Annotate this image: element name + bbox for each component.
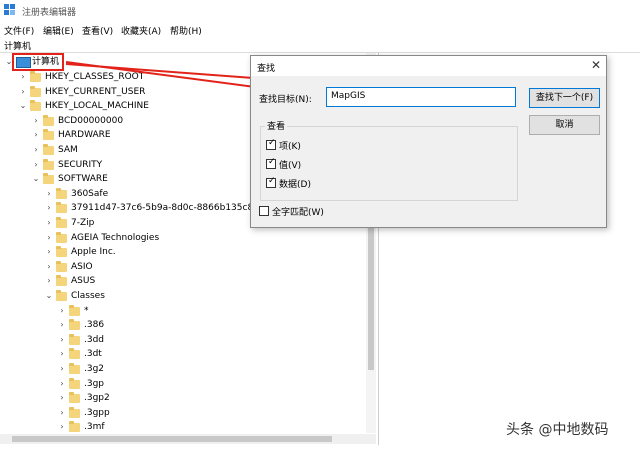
find-target-label: 查找目标(N): (259, 95, 312, 105)
keys-checkbox-label: 项(K) (279, 142, 301, 152)
find-next-button[interactable]: 查找下一个(F) (529, 88, 600, 108)
check-icon: ✓ (268, 176, 276, 186)
check-icon: ✓ (268, 138, 276, 148)
keys-checkbox[interactable]: ✓ (266, 138, 276, 150)
data-checkbox[interactable]: ✓ (266, 176, 276, 188)
watermark-text: 头条 @中地数码 (506, 422, 609, 438)
match-whole-checkbox[interactable] (259, 206, 269, 216)
cancel-button[interactable]: 取消 (529, 115, 600, 135)
find-dialog-title: 查找 (257, 64, 276, 74)
values-checkbox[interactable]: ✓ (266, 157, 276, 169)
find-target-input[interactable]: MapGIS (326, 87, 516, 107)
check-icon: ✓ (268, 157, 276, 167)
close-icon[interactable]: ✕ (591, 58, 601, 72)
values-checkbox-label: 值(V) (279, 161, 302, 171)
look-at-label: 查看 (265, 119, 288, 132)
find-dialog-titlebar (251, 56, 606, 76)
find-dialog: 查找 ✕ 查找目标(N): MapGIS 查找下一个(F) 取消 查看 ✓ 项(… (250, 55, 607, 228)
match-whole-label: 全字匹配(W) (272, 208, 324, 218)
data-checkbox-label: 数据(D) (279, 180, 311, 190)
